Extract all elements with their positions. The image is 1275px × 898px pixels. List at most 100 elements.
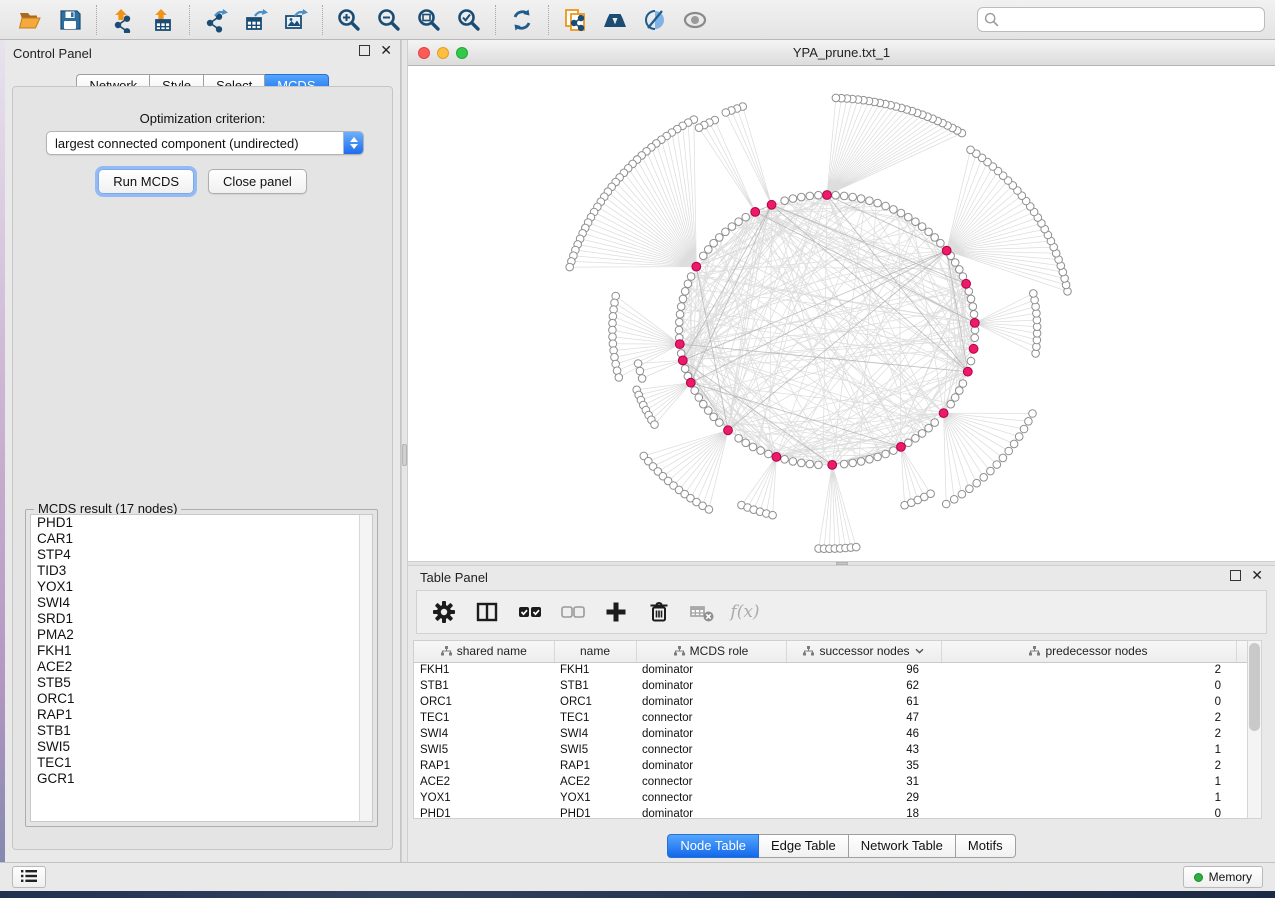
- mcds-result-list: PHD1CAR1STP4TID3YOX1SWI4SRD1PMA2FKH1ACE2…: [30, 514, 373, 822]
- export-image-icon[interactable]: [276, 3, 316, 37]
- save-icon[interactable]: [50, 3, 90, 37]
- new-network-from-selection-icon[interactable]: [555, 3, 595, 37]
- table-row[interactable]: ACE2ACE2connector311: [414, 774, 1253, 790]
- memory-status-icon: [1194, 873, 1203, 882]
- zoom-out-icon[interactable]: [369, 3, 409, 37]
- table-row[interactable]: YOX1YOX1connector291: [414, 790, 1253, 806]
- tab-node-table[interactable]: Node Table: [667, 834, 759, 858]
- control-panel-titlebar: Control Panel ✕: [5, 40, 400, 66]
- float-table-panel-icon[interactable]: [1230, 570, 1241, 581]
- add-column-icon[interactable]: [603, 599, 629, 625]
- export-network-icon[interactable]: [196, 3, 236, 37]
- tab-network-table[interactable]: Network Table: [849, 834, 956, 858]
- table-cell: dominator: [636, 806, 786, 819]
- table-row[interactable]: RAP1RAP1dominator352: [414, 758, 1253, 774]
- list-icon: [20, 869, 38, 886]
- zoom-in-icon[interactable]: [329, 3, 369, 37]
- delete-column-icon[interactable]: [646, 599, 672, 625]
- table-cell: 31: [786, 774, 941, 790]
- mcds-result-item[interactable]: SRD1: [31, 611, 372, 627]
- mcds-result-item[interactable]: PMA2: [31, 627, 372, 643]
- select-all-columns-icon[interactable]: [517, 599, 543, 625]
- import-network-icon[interactable]: [103, 3, 143, 37]
- table-row[interactable]: ORC1ORC1dominator610: [414, 694, 1253, 710]
- mcds-result-item[interactable]: ORC1: [31, 691, 372, 707]
- unselect-all-columns-icon[interactable]: [560, 599, 586, 625]
- table-cell: FKH1: [414, 662, 554, 678]
- table-row[interactable]: FKH1FKH1dominator962: [414, 662, 1253, 678]
- mcds-result-scrollbar[interactable]: [359, 515, 372, 821]
- mcds-result-item[interactable]: STP4: [31, 547, 372, 563]
- table-cell: 0: [941, 678, 1236, 694]
- search-input[interactable]: [977, 7, 1265, 32]
- toggle-graphics-details-icon[interactable]: [635, 3, 675, 37]
- mcds-result-item[interactable]: STB1: [31, 723, 372, 739]
- tab-edge-table[interactable]: Edge Table: [759, 834, 849, 858]
- table-row[interactable]: SWI4SWI4dominator462: [414, 726, 1253, 742]
- table-cell: 35: [786, 758, 941, 774]
- mcds-result-item[interactable]: FKH1: [31, 643, 372, 659]
- column-header-name[interactable]: name: [554, 641, 636, 662]
- mcds-result-item[interactable]: SWI5: [31, 739, 372, 755]
- window-minimize-icon[interactable]: [437, 47, 449, 59]
- table-row[interactable]: SWI5SWI5connector431: [414, 742, 1253, 758]
- table-row[interactable]: TEC1TEC1connector472: [414, 710, 1253, 726]
- network-leaf-nodes[interactable]: [566, 94, 1071, 552]
- mcds-result-item[interactable]: SWI4: [31, 595, 372, 611]
- split-columns-icon[interactable]: [474, 599, 500, 625]
- close-panel-button[interactable]: Close panel: [208, 169, 307, 194]
- column-header-predecessor-nodes[interactable]: predecessor nodes: [941, 641, 1236, 662]
- close-panel-icon[interactable]: ✕: [380, 45, 392, 56]
- mcds-result-item[interactable]: RAP1: [31, 707, 372, 723]
- table-cell: 62: [786, 678, 941, 694]
- apply-layout-icon[interactable]: [502, 3, 542, 37]
- vertical-splitter[interactable]: [401, 40, 408, 862]
- table-cell: STB1: [554, 678, 636, 694]
- export-table-icon[interactable]: [236, 3, 276, 37]
- tab-motifs[interactable]: Motifs: [956, 834, 1016, 858]
- vertical-splitter-handle[interactable]: [402, 444, 407, 466]
- find-icon[interactable]: [595, 3, 635, 37]
- zoom-selected-icon[interactable]: [449, 3, 489, 37]
- window-close-icon[interactable]: [418, 47, 430, 59]
- mcds-result-item[interactable]: GCR1: [31, 771, 372, 787]
- table-cell: FKH1: [554, 662, 636, 678]
- close-table-panel-icon[interactable]: ✕: [1251, 570, 1263, 581]
- table-cell: ORC1: [554, 694, 636, 710]
- column-header-successor-nodes[interactable]: successor nodes: [786, 641, 941, 662]
- table-row[interactable]: PHD1PHD1dominator180: [414, 806, 1253, 819]
- show-panels-button[interactable]: [12, 866, 46, 888]
- mcds-result-item[interactable]: STB5: [31, 675, 372, 691]
- mcds-result-item[interactable]: ACE2: [31, 659, 372, 675]
- open-file-icon[interactable]: [10, 3, 50, 37]
- import-table-icon[interactable]: [143, 3, 183, 37]
- zoom-fit-icon[interactable]: [409, 3, 449, 37]
- network-canvas[interactable]: [408, 66, 1275, 561]
- table-panel-tabs: Node TableEdge TableNetwork TableMotifs: [408, 834, 1275, 858]
- memory-button[interactable]: Memory: [1183, 866, 1263, 888]
- table-cell: 96: [786, 662, 941, 678]
- table-cell: 29: [786, 790, 941, 806]
- horizontal-splitter-handle[interactable]: [836, 562, 848, 565]
- mcds-result-item[interactable]: TID3: [31, 563, 372, 579]
- optimization-criterion-select[interactable]: largest connected component (undirected): [46, 131, 364, 155]
- toolbar-separator: [495, 5, 496, 35]
- mcds-result-item[interactable]: TEC1: [31, 755, 372, 771]
- table-scrollbar[interactable]: [1247, 640, 1262, 819]
- mcds-result-item[interactable]: CAR1: [31, 531, 372, 547]
- table-row[interactable]: STB1STB1dominator620: [414, 678, 1253, 694]
- table-cell: SWI5: [414, 742, 554, 758]
- table-cell: dominator: [636, 694, 786, 710]
- column-header-shared-name[interactable]: shared name: [414, 641, 554, 662]
- show-graphics-details-icon[interactable]: [675, 3, 715, 37]
- run-mcds-button[interactable]: Run MCDS: [98, 169, 194, 194]
- float-panel-icon[interactable]: [359, 45, 370, 56]
- table-scrollbar-thumb[interactable]: [1249, 643, 1260, 731]
- mcds-result-item[interactable]: YOX1: [31, 579, 372, 595]
- network-window-title: YPA_prune.txt_1: [793, 45, 890, 60]
- mcds-result-item[interactable]: PHD1: [31, 515, 372, 531]
- window-zoom-icon[interactable]: [456, 47, 468, 59]
- gear-icon[interactable]: [431, 599, 457, 625]
- column-header-MCDS-role[interactable]: MCDS role: [636, 641, 786, 662]
- main-toolbar: [0, 0, 1275, 40]
